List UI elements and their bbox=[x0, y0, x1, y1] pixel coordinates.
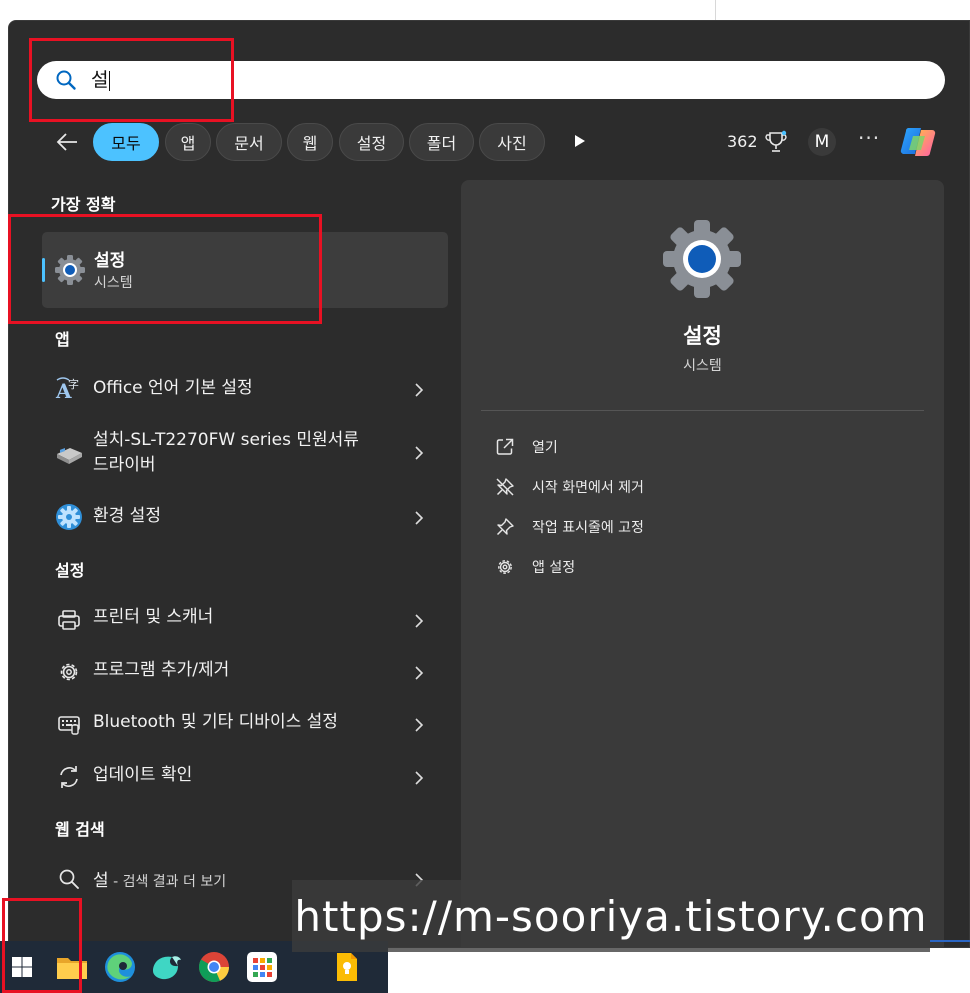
detail-subtitle: 시스템 bbox=[683, 358, 722, 374]
settings-item-label: Bluetooth 및 기타 디바이스 설정 bbox=[93, 712, 338, 732]
whale-browser-icon[interactable] bbox=[148, 949, 184, 985]
more-options-icon[interactable]: ··· bbox=[858, 126, 880, 150]
settings-item-label: 프로그램 추가/제거 bbox=[93, 660, 230, 680]
settings-item-printers-scanners[interactable]: 프린터 및 스캐너 bbox=[42, 603, 448, 637]
settings-item-label: 프린터 및 스캐너 bbox=[93, 607, 214, 627]
chevron-right-icon bbox=[415, 446, 424, 460]
account-avatar[interactable]: M bbox=[808, 128, 836, 156]
settings-item-label: 업데이트 확인 bbox=[93, 765, 193, 785]
background-blue-line bbox=[930, 940, 970, 942]
app-item-environment-settings[interactable]: 환경 설정 bbox=[42, 500, 448, 534]
app-item-label: 환경 설정 bbox=[93, 506, 161, 526]
action-label: 열기 bbox=[532, 440, 558, 456]
settings-heading: 설정 bbox=[55, 561, 85, 580]
printer-icon bbox=[58, 610, 80, 630]
app-item-office-language[interactable]: A 字 Office 언어 기본 설정 bbox=[42, 372, 448, 406]
chip-photos[interactable]: 사진 bbox=[479, 123, 545, 161]
chrome-browser-icon[interactable] bbox=[196, 949, 232, 985]
chevron-right-icon bbox=[415, 383, 424, 397]
app-item-printer-installer[interactable]: 설치-SL-T2270FW series 민원서류 드라이버 bbox=[42, 428, 448, 478]
settings-item-bluetooth-devices[interactable]: Bluetooth 및 기타 디바이스 설정 bbox=[42, 707, 448, 741]
annotation-box-start bbox=[2, 898, 82, 993]
chip-settings[interactable]: 설정 bbox=[339, 123, 404, 161]
keyboard-icon bbox=[58, 716, 80, 735]
pin-icon bbox=[496, 518, 514, 536]
printer-installer-icon bbox=[57, 447, 82, 464]
edge-browser-icon[interactable] bbox=[102, 949, 138, 985]
play-more-filters-icon[interactable] bbox=[574, 134, 586, 148]
chip-documents[interactable]: 문서 bbox=[216, 123, 282, 161]
action-unpin-start[interactable]: 시작 화면에서 제거 bbox=[495, 475, 915, 499]
chip-apps[interactable]: 앱 bbox=[165, 123, 211, 161]
settings-item-check-updates[interactable]: 업데이트 확인 bbox=[42, 760, 448, 794]
chevron-right-icon bbox=[415, 511, 424, 525]
detail-divider bbox=[481, 410, 924, 411]
detail-panel: 설정 시스템 열기 시작 화면에서 제거 작업 표시줄에 고정 앱 설정 bbox=[461, 180, 944, 948]
settings-blue-gear-icon bbox=[56, 504, 82, 530]
rewards-points: 362 bbox=[727, 132, 758, 151]
chip-web[interactable]: 웹 bbox=[287, 123, 333, 161]
chevron-right-icon bbox=[415, 771, 424, 785]
back-arrow-icon[interactable] bbox=[55, 131, 79, 153]
open-external-icon bbox=[496, 438, 514, 455]
app-launcher-grid-icon[interactable] bbox=[244, 949, 280, 985]
svg-text:字: 字 bbox=[68, 377, 79, 391]
chip-all[interactable]: 모두 bbox=[93, 123, 159, 161]
web-search-label: 설 - 검색 결과 더 보기 bbox=[93, 866, 226, 891]
app-item-label-line2: 드라이버 bbox=[93, 455, 156, 475]
chevron-right-icon bbox=[415, 614, 424, 628]
search-icon bbox=[59, 869, 79, 889]
action-label: 작업 표시줄에 고정 bbox=[532, 520, 644, 536]
annotation-box-search bbox=[29, 38, 234, 122]
action-label: 앱 설정 bbox=[532, 560, 576, 576]
google-keep-icon[interactable] bbox=[328, 949, 364, 985]
office-language-icon: A 字 bbox=[55, 377, 79, 403]
unpin-icon bbox=[496, 478, 514, 496]
settings-gear-icon bbox=[663, 220, 741, 298]
best-match-heading: 가장 정확 bbox=[51, 195, 116, 214]
detail-title: 설정 bbox=[683, 324, 722, 348]
rewards-trophy-icon[interactable] bbox=[765, 130, 787, 154]
web-search-query: 설 bbox=[93, 871, 109, 891]
gear-icon bbox=[498, 560, 512, 574]
gear-icon bbox=[60, 663, 78, 681]
action-open[interactable]: 열기 bbox=[495, 435, 915, 459]
web-search-suffix: - 검색 결과 더 보기 bbox=[108, 874, 227, 890]
chip-folders[interactable]: 폴더 bbox=[409, 123, 474, 161]
app-item-label: Office 언어 기본 설정 bbox=[93, 378, 253, 398]
action-app-settings[interactable]: 앱 설정 bbox=[495, 555, 915, 579]
annotation-box-best-match bbox=[8, 214, 322, 324]
app-item-label: 설치-SL-T2270FW series 민원서류 bbox=[93, 430, 359, 450]
watermark: https://m-sooriya.tistory.com bbox=[292, 880, 930, 952]
action-label: 시작 화면에서 제거 bbox=[532, 480, 644, 496]
action-pin-taskbar[interactable]: 작업 표시줄에 고정 bbox=[495, 515, 915, 539]
chevron-right-icon bbox=[415, 718, 424, 732]
settings-item-add-remove-programs[interactable]: 프로그램 추가/제거 bbox=[42, 655, 448, 689]
filter-bar: 모두 앱 문서 웹 설정 폴더 사진 362 M ··· bbox=[0, 122, 970, 162]
web-search-heading: 웹 검색 bbox=[55, 820, 105, 839]
chevron-right-icon bbox=[415, 666, 424, 680]
refresh-icon bbox=[60, 766, 78, 788]
copilot-icon[interactable] bbox=[899, 124, 937, 160]
apps-heading: 앱 bbox=[55, 330, 70, 349]
